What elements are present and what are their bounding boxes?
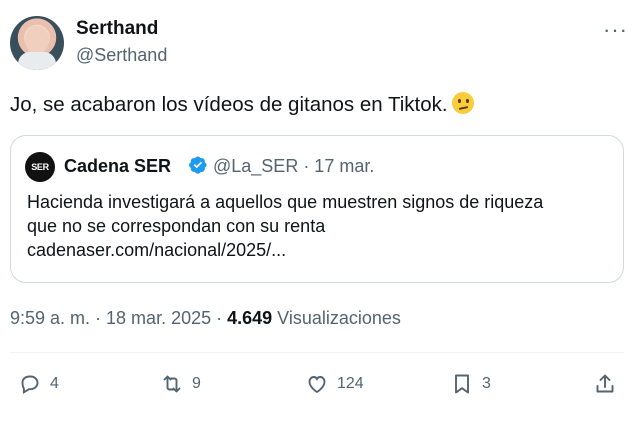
views-label: Visualizaciones [277,308,401,328]
quoted-tweet-card[interactable]: SER Cadena SER @La_SER · 17 mar. Haciend… [10,135,624,283]
repost-icon [163,375,181,393]
share-button[interactable] [593,370,625,398]
bookmark-icon [455,374,469,394]
verified-badge-icon [189,156,207,174]
tweet-timestamp[interactable]: 9:59 a. m. · 18 mar. 2025 · [10,308,227,328]
like-button[interactable]: 124 [305,370,364,398]
avatar-face [25,26,49,54]
heart-icon [308,376,326,394]
reply-icon [21,375,39,394]
quoted-author-name[interactable]: Cadena SER [64,156,171,177]
quoted-tweet-text: Hacienda investigará a aquellos que mues… [27,190,617,262]
bookmark-button[interactable]: 3 [450,370,491,398]
more-horizontal-icon[interactable]: ··· [603,17,628,43]
bookmark-count: 3 [482,375,491,392]
like-count: 124 [337,375,364,392]
author-name[interactable]: Serthand [76,18,158,40]
quoted-text-line-1: Hacienda investigará a aquellos que mues… [27,192,544,212]
tweet-meta: 9:59 a. m. · 18 mar. 2025 · 4.649 Visual… [10,308,401,329]
reply-count: 4 [50,375,59,392]
repost-button[interactable]: 9 [160,370,201,398]
quoted-text-line-2: que no se correspondan con su renta [27,216,326,236]
reply-button[interactable]: 4 [18,370,59,398]
author-handle[interactable]: @Serthand [76,45,167,66]
share-icon [596,374,614,393]
tweet-text: Jo, se acabaron los vídeos de gitanos en… [10,91,474,119]
cadena-ser-logo[interactable]: SER [25,152,55,182]
author-avatar[interactable] [10,16,64,70]
quoted-handle-date[interactable]: @La_SER · 17 mar. [213,156,374,177]
tweet-text-body: Jo, se acabaron los vídeos de gitanos en… [10,93,448,116]
views-count: 4.649 [227,308,273,328]
repost-count: 9 [192,375,201,392]
quoted-link[interactable]: cadenaser.com/nacional/2025/... [27,238,617,262]
divider [10,352,624,353]
avatar-body [18,52,56,70]
confused-face-emoji-icon [451,92,474,114]
